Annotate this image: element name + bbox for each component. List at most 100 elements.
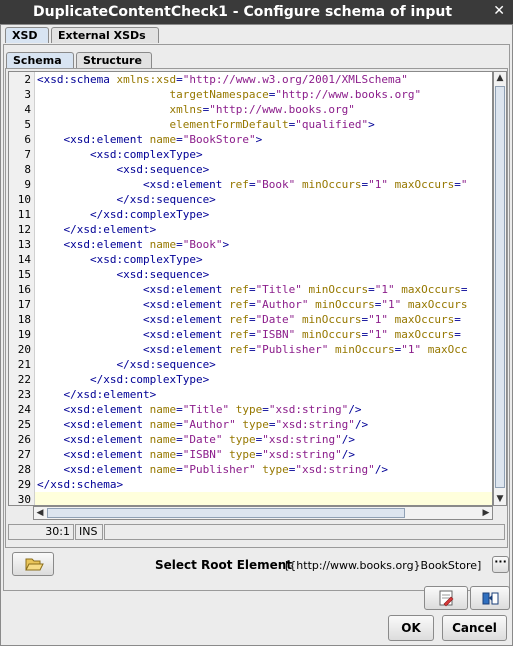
insert-mode: INS — [75, 524, 103, 540]
code-token: <xsd:element — [37, 463, 150, 476]
current-line-highlight — [35, 492, 492, 505]
code-line[interactable]: <xsd:schema xmlns:xsd="http://www.w3.org… — [37, 72, 408, 87]
line-number: 20 — [17, 343, 31, 356]
code-token: = — [176, 433, 183, 446]
code-line[interactable]: <xsd:element name="Title" type="xsd:stri… — [37, 402, 362, 417]
scroll-down-icon[interactable]: ▼ — [494, 493, 506, 505]
horizontal-scrollbar[interactable]: ◀ ▶ — [33, 506, 493, 520]
tab-external-xsds[interactable]: External XSDs — [51, 27, 159, 43]
code-token: <xsd:element — [37, 343, 230, 356]
code-token: xmlns — [169, 103, 203, 116]
code-line[interactable]: <xsd:element name="Date" type="xsd:strin… — [37, 432, 354, 447]
test-icon — [482, 592, 499, 605]
code-token: type — [235, 403, 263, 416]
edit-schema-button[interactable] — [424, 586, 468, 610]
test-schema-button[interactable] — [470, 586, 510, 610]
code-token: <xsd:element — [37, 313, 230, 326]
code-line[interactable]: <xsd:element name="Publisher" type="xsd:… — [37, 462, 388, 477]
code-token: type — [262, 463, 289, 476]
code-line[interactable]: </xsd:complexType> — [37, 372, 209, 387]
code-token: <xsd:element — [37, 418, 150, 431]
code-token: maxOccurs — [407, 298, 468, 311]
code-line[interactable]: <xsd:element ref="Book" minOccurs="1" ma… — [37, 177, 468, 192]
schema-editor[interactable]: 2 3 4 5 6 7 8 9 10 11 12 13 14 15 16 17 18 19 20 21 22 23 24 25… — [8, 71, 493, 506]
tab-schema[interactable]: Schema — [6, 52, 74, 68]
horizontal-scroll-thumb[interactable] — [47, 508, 405, 518]
code-line[interactable]: elementFormDefault="qualified"> — [37, 117, 375, 132]
code-token: type — [229, 433, 256, 446]
code-token: minOccurs — [308, 283, 369, 296]
line-number: 24 — [17, 403, 31, 416]
code-token: maxOccurs — [394, 178, 455, 191]
scroll-right-icon[interactable]: ▶ — [481, 507, 491, 519]
scroll-up-icon[interactable]: ▲ — [494, 72, 506, 84]
code-line[interactable]: <xsd:sequence> — [37, 162, 209, 177]
line-number: 30 — [17, 493, 31, 506]
code-token: <xsd:element — [37, 133, 150, 146]
code-line[interactable]: <xsd:complexType> — [37, 252, 203, 267]
browse-root-element-button[interactable]: ··· — [492, 556, 509, 573]
line-number-gutter: 2 3 4 5 6 7 8 9 10 11 12 13 14 15 16 17 18 19 20 21 22 23 24 25… — [9, 72, 35, 505]
root-element-value: [{http://www.books.org}BookStore] — [285, 559, 482, 572]
code-token: ref — [229, 313, 249, 326]
code-token: "http://www.books.org" — [209, 103, 355, 116]
code-token: > — [368, 118, 375, 131]
code-line[interactable]: <xsd:element ref="Publisher" minOccurs="… — [37, 342, 468, 357]
code-line[interactable]: <xsd:sequence> — [37, 267, 209, 282]
code-line[interactable]: <xsd:element ref="ISBN" minOccurs="1" ma… — [37, 327, 461, 342]
line-number: 22 — [17, 373, 31, 386]
code-token: <xsd:element — [37, 238, 150, 251]
code-token: = — [176, 403, 183, 416]
code-token: name — [149, 238, 177, 251]
code-line[interactable]: targetNamespace="http://www.books.org" — [37, 87, 421, 102]
line-number: 10 — [17, 193, 31, 206]
code-line[interactable]: <xsd:element ref="Date" minOccurs="1" ma… — [37, 312, 461, 327]
line-number: 19 — [17, 328, 31, 341]
tab-structure[interactable]: Structure — [76, 52, 152, 68]
code-token: "Publisher" — [182, 463, 256, 476]
code-line[interactable]: </xsd:complexType> — [37, 207, 209, 222]
line-number: 3 — [24, 88, 31, 101]
line-number: 29 — [17, 478, 31, 491]
open-file-button[interactable] — [12, 552, 54, 576]
line-number: 8 — [24, 163, 31, 176]
code-line[interactable]: <xsd:element ref="Author" minOccurs="1" … — [37, 297, 468, 312]
code-line[interactable]: </xsd:element> — [37, 222, 156, 237]
code-line[interactable]: xmlns="http://www.books.org" — [37, 102, 355, 117]
scroll-left-icon[interactable]: ◀ — [35, 507, 45, 519]
code-line[interactable]: <xsd:complexType> — [37, 147, 203, 162]
code-line[interactable]: </xsd:sequence> — [37, 357, 215, 372]
line-number: 5 — [24, 118, 31, 131]
ok-button[interactable]: OK — [388, 615, 434, 641]
code-token: = — [262, 403, 269, 416]
ellipsis-icon: ··· — [494, 555, 507, 568]
code-line[interactable]: <xsd:element name="BookStore"> — [37, 132, 262, 147]
code-area[interactable]: <xsd:schema xmlns:xsd="http://www.w3.org… — [35, 72, 492, 505]
vertical-scroll-thumb[interactable] — [495, 86, 505, 488]
code-line[interactable]: <xsd:element name="ISBN" type="xsd:strin… — [37, 447, 354, 462]
code-token: /> — [348, 403, 362, 416]
folder-open-icon — [25, 558, 44, 571]
code-line[interactable]: <xsd:element name="Author" type="xsd:str… — [37, 417, 368, 432]
line-number: 23 — [17, 388, 31, 401]
code-line[interactable]: <xsd:element name="Book"> — [37, 237, 229, 252]
code-line[interactable]: </xsd:schema> — [37, 477, 123, 492]
code-line[interactable]: </xsd:element> — [37, 387, 156, 402]
code-token: ref — [229, 343, 249, 356]
code-token: <xsd:complexType> — [37, 253, 203, 266]
code-token: xmlns:xsd — [116, 73, 177, 86]
vertical-scrollbar[interactable]: ▲ ▼ — [493, 71, 507, 506]
close-icon[interactable]: ✕ — [493, 3, 505, 19]
cancel-button[interactable]: Cancel — [442, 615, 507, 641]
line-number: 21 — [17, 358, 31, 371]
tab-xsd[interactable]: XSD — [5, 27, 49, 43]
code-token: </xsd:complexType> — [37, 208, 210, 221]
line-number: 11 — [17, 208, 31, 221]
code-token: "1" — [368, 313, 389, 326]
code-line[interactable]: </xsd:sequence> — [37, 192, 215, 207]
code-token: targetNamespace — [169, 88, 269, 101]
code-line[interactable]: <xsd:element ref="Title" minOccurs="1" m… — [37, 282, 468, 297]
code-token: = — [368, 283, 375, 296]
